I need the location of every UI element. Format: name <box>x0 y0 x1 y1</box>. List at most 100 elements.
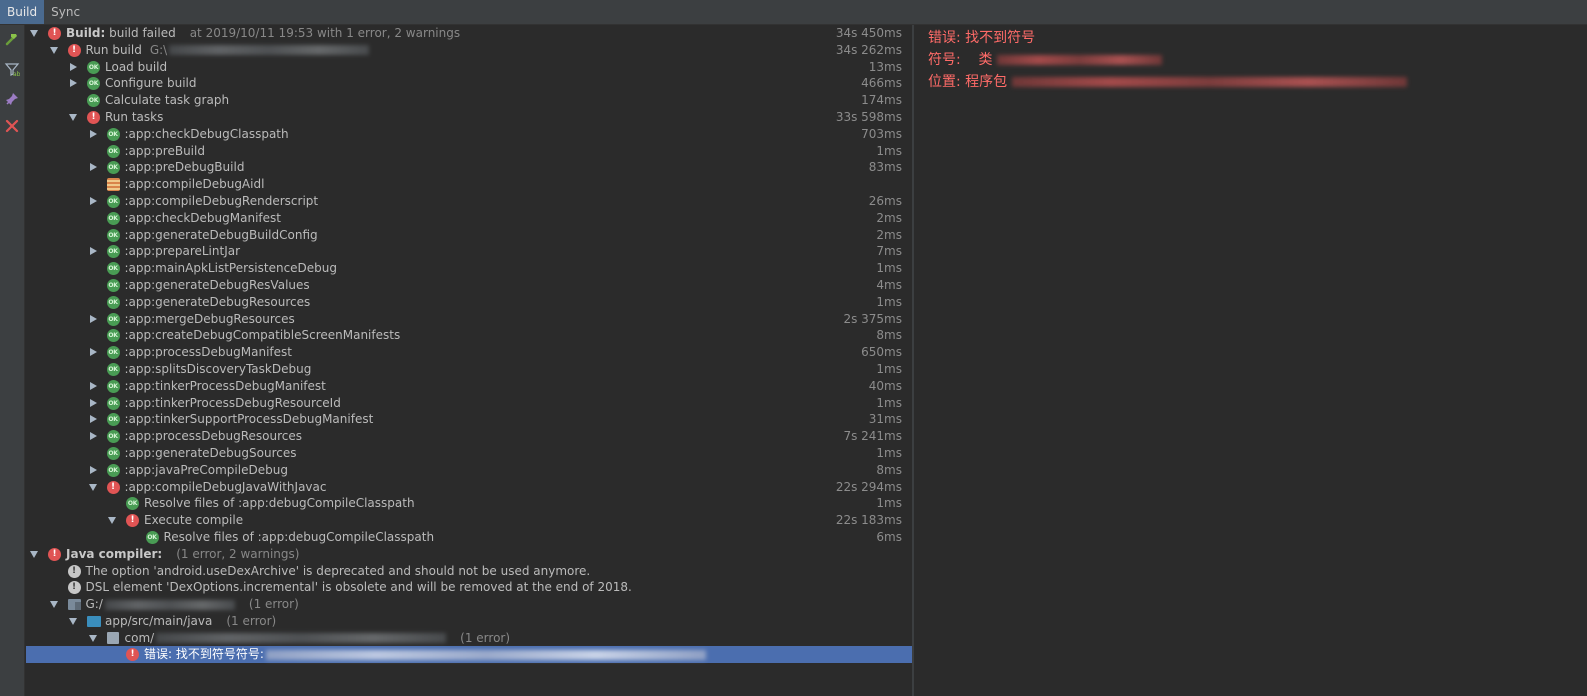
tree-row[interactable]: OK:app:preBuild 1ms <box>26 143 912 160</box>
collapse-arrow-icon[interactable] <box>88 344 98 361</box>
console-line-text: 位置: 程序包 <box>928 74 1012 90</box>
tree-row[interactable]: OK Resolve files of :app:debugCompileClas… <box>26 529 912 546</box>
tree-row[interactable]: OK:app:compileDebugRenderscript 26ms <box>26 193 912 210</box>
tree-row[interactable]: ! Execute compile 22s 183ms <box>26 512 912 529</box>
tree-row-label: Run build G:\ <box>86 42 370 59</box>
tree-row[interactable]: OK:app:checkDebugClasspath 703ms <box>26 126 912 143</box>
pin-icon[interactable] <box>3 90 21 108</box>
collapse-arrow-icon[interactable] <box>88 411 98 428</box>
tree-row-text: :app:generateDebugResources <box>124 294 311 309</box>
duration-label: 6ms <box>876 529 902 544</box>
tree-row[interactable]: G:/ (1 error) <box>26 596 912 613</box>
hammer-icon[interactable] <box>3 30 21 48</box>
tree-row[interactable]: ! Build: build failed at 2019/10/11 19:53 … <box>26 25 912 42</box>
tree-row[interactable]: OK Resolve files of :app:debugCompileClas… <box>26 495 912 512</box>
filter-icon[interactable]: ab <box>3 60 21 78</box>
tree-row-label: :app:preDebugBuild <box>125 159 245 176</box>
tab-sync[interactable]: Sync <box>44 0 87 24</box>
tree-row-path: G:\ <box>149 42 168 57</box>
tree-row[interactable]: !:app:compileDebugJavaWithJavac 22s 294ms <box>26 479 912 496</box>
expand-arrow-icon[interactable] <box>88 479 98 496</box>
collapse-arrow-icon[interactable] <box>88 395 98 412</box>
error-icon: ! <box>87 110 100 124</box>
tree-row[interactable]: OK:app:checkDebugManifest 2ms <box>26 210 912 227</box>
tree-row-text: Execute compile <box>144 513 244 528</box>
tree-row-text: Resolve files of :app:debugCompileClassp… <box>144 496 415 511</box>
tree-row[interactable]: OK:app:mainApkListPersistenceDebug 1ms <box>26 260 912 277</box>
collapse-arrow-icon[interactable] <box>88 243 98 260</box>
tree-row-label: :app:checkDebugManifest <box>125 210 281 227</box>
tree-row[interactable]: OK Configure build 466ms <box>26 75 912 92</box>
tree-row[interactable]: app/src/main/java (1 error) <box>26 613 912 630</box>
tree-row[interactable]: OK:app:processDebugResources 7s 241ms <box>26 428 912 445</box>
success-icon: OK <box>106 329 120 343</box>
tree-row-label: :app:processDebugResources <box>125 428 303 445</box>
tree-row[interactable]: ! DSL element 'DexOptions.incremental' is… <box>26 579 912 596</box>
warning-icon: ! <box>67 581 81 595</box>
tab-build[interactable]: Build <box>0 0 45 24</box>
success-icon: OK <box>126 497 139 511</box>
tree-row[interactable]: OK:app:tinkerProcessDebugManifest 40ms <box>26 378 912 395</box>
collapse-arrow-icon[interactable] <box>88 193 98 210</box>
collapse-arrow-icon[interactable] <box>88 159 98 176</box>
collapse-arrow-icon[interactable] <box>88 462 98 479</box>
tree-row[interactable]: OK:app:generateDebugBuildConfig 2ms <box>26 227 912 244</box>
success-icon: OK <box>106 346 120 360</box>
expand-arrow-icon[interactable] <box>68 109 78 126</box>
expand-arrow-icon[interactable] <box>29 546 39 563</box>
build-output-tree[interactable]: ! Build: build failed at 2019/10/11 19:53 … <box>26 25 912 696</box>
tree-row-label: :app:tinkerProcessDebugManifest <box>125 378 326 395</box>
collapse-arrow-icon[interactable] <box>88 428 98 445</box>
expand-arrow-icon[interactable] <box>88 630 98 647</box>
tree-row[interactable]: OK Calculate task graph 174ms <box>26 92 912 109</box>
close-icon[interactable] <box>3 117 21 135</box>
tree-row[interactable]: OK:app:tinkerSupportProcessDebugManifest… <box>26 411 912 428</box>
tree-row[interactable]: ! Run tasks 33s 598ms <box>26 109 912 126</box>
tree-row[interactable]: :app:compileDebugAidl <box>26 176 912 193</box>
tree-row[interactable]: OK:app:createDebugCompatibleScreenManife… <box>26 327 912 344</box>
tree-row-text: :app:compileDebugRenderscript <box>124 193 319 208</box>
expand-arrow-icon[interactable] <box>49 42 59 59</box>
tree-row[interactable]: OK:app:splitsDiscoveryTaskDebug 1ms <box>26 361 912 378</box>
tree-row-text: :app:generateDebugSources <box>124 445 297 460</box>
tree-row[interactable]: ! Java compiler: (1 error, 2 warnings) <box>26 546 912 563</box>
tree-row[interactable]: OK:app:generateDebugResValues 4ms <box>26 277 912 294</box>
tree-row[interactable]: OK:app:preDebugBuild 83ms <box>26 159 912 176</box>
tree-row-text: Run build <box>85 42 142 57</box>
success-icon: OK <box>106 245 120 259</box>
expand-arrow-icon[interactable] <box>107 512 117 529</box>
tree-row[interactable]: OK:app:processDebugManifest 650ms <box>26 344 912 361</box>
collapse-arrow-icon[interactable] <box>88 311 98 328</box>
duration-label: 22s 183ms <box>835 513 902 528</box>
tree-row-text: :app:mergeDebugResources <box>124 311 295 326</box>
expand-arrow-icon[interactable] <box>68 613 78 630</box>
tree-row[interactable]: OK:app:generateDebugResources 1ms <box>26 294 912 311</box>
tree-row[interactable]: OK:app:tinkerProcessDebugResourceId 1ms <box>26 395 912 412</box>
tree-row[interactable]: ! 错误: 找不到符号符号: <box>26 646 912 664</box>
tree-row[interactable]: ! Run build G:\ 34s 262ms <box>26 42 912 59</box>
expand-arrow-icon[interactable] <box>29 25 39 42</box>
tree-row[interactable]: ! The option 'android.useDexArchive' is d… <box>26 563 912 580</box>
collapse-arrow-icon[interactable] <box>88 378 98 395</box>
tree-row-label: Configure build <box>105 75 196 92</box>
tree-row-summary: (1 error) <box>248 597 299 612</box>
success-icon: OK <box>106 430 120 444</box>
tree-row-text: Run tasks <box>105 109 164 124</box>
tree-row-label: :app:mergeDebugResources <box>125 311 295 328</box>
collapse-arrow-icon[interactable] <box>68 59 78 76</box>
collapse-arrow-icon[interactable] <box>88 126 98 143</box>
success-icon: OK <box>106 161 120 175</box>
duration-label: 1ms <box>876 395 902 410</box>
tree-row[interactable]: OK Load build 13ms <box>26 59 912 76</box>
tree-row-text: :app:mainApkListPersistenceDebug <box>124 261 338 276</box>
collapse-arrow-icon[interactable] <box>68 75 78 92</box>
expand-arrow-icon[interactable] <box>49 596 59 613</box>
tree-row-text: :app:preBuild <box>124 143 205 158</box>
duration-label: 1ms <box>876 445 902 460</box>
tree-row[interactable]: OK:app:prepareLintJar 7ms <box>26 243 912 260</box>
tree-row[interactable]: OK:app:generateDebugSources 1ms <box>26 445 912 462</box>
error-icon: ! <box>126 514 139 528</box>
tree-row[interactable]: OK:app:javaPreCompileDebug 8ms <box>26 462 912 479</box>
tree-row[interactable]: com/ (1 error) <box>26 630 912 647</box>
tree-row[interactable]: OK:app:mergeDebugResources 2s 375ms <box>26 311 912 328</box>
